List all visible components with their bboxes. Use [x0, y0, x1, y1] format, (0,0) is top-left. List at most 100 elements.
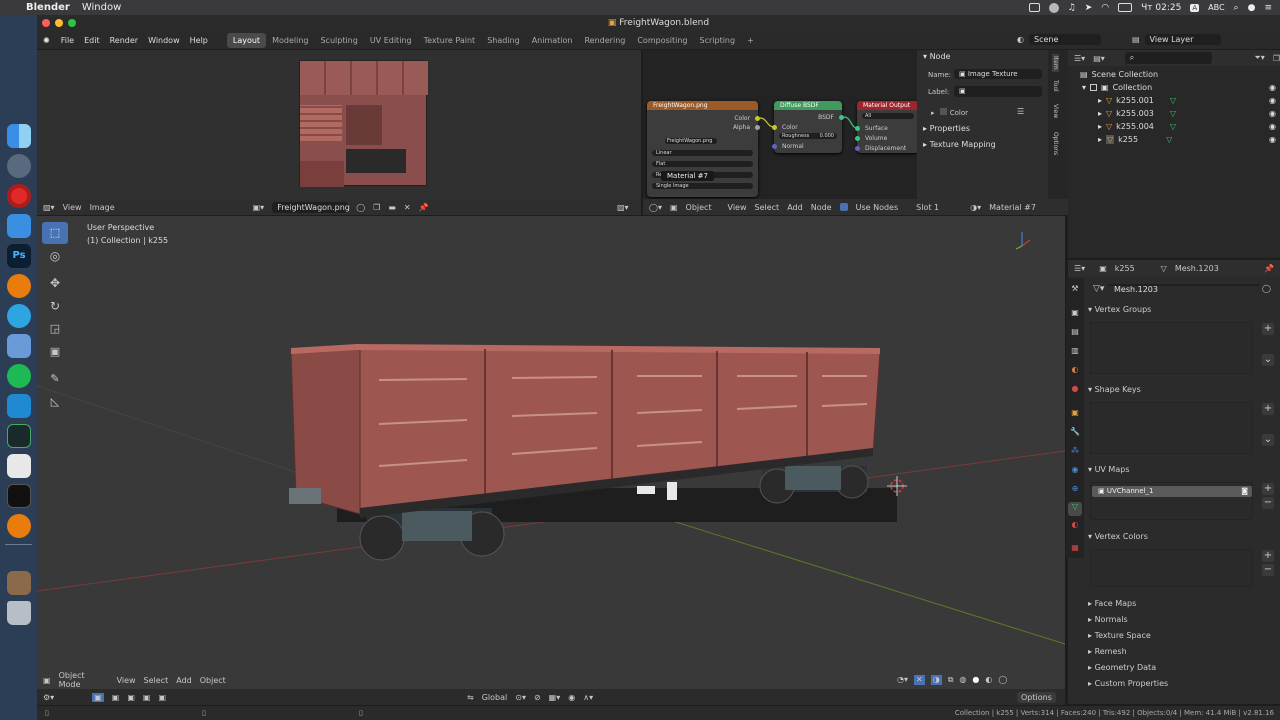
add-shape-key-button[interactable]: +	[1262, 403, 1274, 415]
search-icon[interactable]: ⌕	[1234, 3, 1239, 13]
opera-icon[interactable]	[7, 184, 31, 208]
transform-options-icon[interactable]: ⚙▾	[43, 693, 54, 702]
close-window-button[interactable]	[42, 19, 50, 27]
node-name-field[interactable]: ▣ Image Texture	[954, 69, 1042, 79]
select-mode-invert-icon[interactable]: ▣	[143, 693, 151, 702]
image-texture-node[interactable]: FreightWagon.png Color Alpha FreightWago…	[647, 101, 760, 197]
object-mode-icon[interactable]: ▣	[43, 676, 51, 685]
input-source[interactable]: ABC	[1208, 3, 1224, 12]
filter-icon[interactable]: ⏷▾	[1254, 53, 1264, 63]
control-center-icon[interactable]: ≡	[1264, 3, 1272, 13]
remesh-panel[interactable]: ▸ Remesh	[1088, 645, 1278, 658]
spotify-icon[interactable]	[7, 364, 31, 388]
transform-tool-icon[interactable]: ▣	[42, 341, 68, 363]
image-texture-node-header[interactable]: FreightWagon.png	[647, 101, 758, 110]
shape-keys-list[interactable]	[1090, 402, 1253, 454]
tab-compositing[interactable]: Compositing	[631, 33, 693, 48]
vertex-groups-list[interactable]	[1090, 322, 1253, 374]
scale-tool-icon[interactable]: ◲	[42, 318, 68, 340]
view-layer-tab-icon[interactable]: ▥	[1068, 346, 1082, 360]
new-image-icon[interactable]: ❐	[373, 203, 380, 212]
material-tab-icon[interactable]: ◐	[1068, 520, 1082, 534]
remove-vertex-color-button[interactable]: −	[1262, 564, 1274, 576]
pin-icon[interactable]: 📌	[419, 203, 429, 212]
material-output-node-header[interactable]: Material Output	[857, 101, 919, 110]
slot-selector[interactable]: Slot 1	[916, 203, 962, 212]
proportional-edit-icon[interactable]: ◉	[568, 693, 575, 702]
image-menu-view[interactable]: View	[63, 203, 82, 212]
node-section-title[interactable]: ▾ Node	[923, 52, 950, 61]
collection-checkbox[interactable]	[1090, 84, 1098, 91]
tab-layout[interactable]: Layout	[226, 32, 267, 48]
tex-source[interactable]: Single Image	[652, 183, 753, 189]
node-menu-view[interactable]: View	[728, 203, 747, 212]
image-editor[interactable]	[37, 50, 641, 215]
uv-channel-row[interactable]: ▣ UVChannel_1 ◙	[1092, 486, 1252, 497]
object-mode-selector[interactable]: Object Mode	[59, 671, 109, 689]
gizmo-toggle-icon[interactable]: ✕	[914, 675, 925, 685]
material-shading-icon[interactable]: ◐	[985, 675, 992, 685]
menu-window[interactable]: Window	[82, 2, 121, 13]
move-tool-icon[interactable]: ✥	[42, 272, 68, 294]
world-tab-icon[interactable]: ●	[1068, 384, 1082, 398]
mail-icon[interactable]	[7, 214, 31, 238]
light-object[interactable]	[637, 486, 655, 494]
minimize-window-button[interactable]	[55, 19, 63, 27]
tex-image-field[interactable]: FreightWagon.png	[665, 138, 717, 144]
launchpad-icon[interactable]	[7, 154, 31, 178]
vertex-groups-header[interactable]: ▾ Vertex Groups	[1088, 303, 1278, 316]
particles-tab-icon[interactable]: ⁂	[1068, 446, 1082, 460]
view-layer-icon[interactable]: ▤	[1132, 35, 1140, 44]
activity-monitor-icon[interactable]	[7, 424, 31, 448]
viewport-menu-add[interactable]: Add	[176, 676, 192, 685]
tab-modeling[interactable]: Modeling	[266, 33, 314, 48]
open-image-icon[interactable]: ▬	[388, 203, 396, 212]
select-mode-extend-icon[interactable]: ▣	[112, 693, 120, 702]
view-object-types-icon[interactable]: ◔▾	[897, 675, 908, 685]
select-mode-new-icon[interactable]: ▣	[92, 692, 104, 702]
geometry-data-panel[interactable]: ▸ Geometry Data	[1088, 661, 1278, 674]
preview-icon[interactable]	[7, 334, 31, 358]
terminal-icon[interactable]	[7, 484, 31, 508]
music-icon[interactable]: ♫	[1068, 3, 1076, 13]
menu-render[interactable]: Render	[105, 36, 143, 45]
image-menu-image[interactable]: Image	[90, 203, 115, 212]
custom-properties-panel[interactable]: ▸ Custom Properties	[1088, 677, 1278, 690]
shader-node-editor[interactable]: FreightWagon.png Color Alpha FreightWago…	[643, 50, 1068, 199]
texture-space-panel[interactable]: ▸ Texture Space	[1088, 629, 1278, 642]
wireframe-shading-icon[interactable]: ◍	[959, 675, 966, 685]
tab-options[interactable]: Options	[1052, 132, 1059, 155]
diffuse-bsdf-node[interactable]: Diffuse BSDF BSDF Color Roughness 0.000 N…	[772, 101, 844, 153]
shape-keys-header[interactable]: ▾ Shape Keys	[1088, 383, 1278, 396]
use-nodes-checkbox[interactable]	[839, 203, 848, 211]
select-mode-intersect-icon[interactable]: ▣	[158, 693, 166, 702]
roughness-field[interactable]: Roughness 0.000	[779, 133, 837, 139]
cursor-tool-icon[interactable]: ◎	[42, 245, 68, 267]
tex-alpha-socket[interactable]	[755, 125, 760, 130]
display-channels-icon[interactable]: ▨▾	[617, 203, 629, 212]
editor-type-image-icon[interactable]: ▨▾	[43, 203, 55, 212]
output-tab-icon[interactable]: ▤	[1068, 327, 1082, 341]
render-tab-icon[interactable]: ▣	[1068, 308, 1082, 322]
mesh-datablock-icon[interactable]: ▽▾	[1093, 284, 1104, 294]
volume-socket[interactable]	[855, 136, 860, 141]
options-dropdown[interactable]: Options	[1017, 691, 1056, 703]
add-vertex-group-button[interactable]: +	[1262, 323, 1274, 335]
surface-socket[interactable]	[855, 126, 860, 131]
uv-texture-image[interactable]	[299, 60, 428, 187]
telegram-tray-icon[interactable]: ➤	[1085, 3, 1093, 13]
object-type-icon[interactable]: ▣	[670, 203, 678, 212]
collection-visibility-icon[interactable]: ◉	[1269, 83, 1276, 92]
shape-key-specials-button[interactable]: ⌄	[1262, 434, 1274, 446]
list-icon[interactable]: ☰	[1017, 107, 1024, 116]
node-menu-add[interactable]: Add	[787, 203, 803, 212]
unlink-image-icon[interactable]: ✕	[404, 203, 411, 212]
finder-icon[interactable]	[7, 124, 31, 148]
menu-edit[interactable]: Edit	[79, 36, 105, 45]
rotate-tool-icon[interactable]: ↻	[42, 295, 68, 317]
outliner-search-input[interactable]: ⌕	[1124, 52, 1213, 64]
xray-toggle-icon[interactable]: ⧉	[948, 675, 954, 685]
visibility-icon[interactable]: ◉	[1269, 135, 1276, 144]
tab-item[interactable]: Item	[1052, 54, 1059, 72]
tex-interpolation[interactable]: Linear	[652, 150, 753, 156]
